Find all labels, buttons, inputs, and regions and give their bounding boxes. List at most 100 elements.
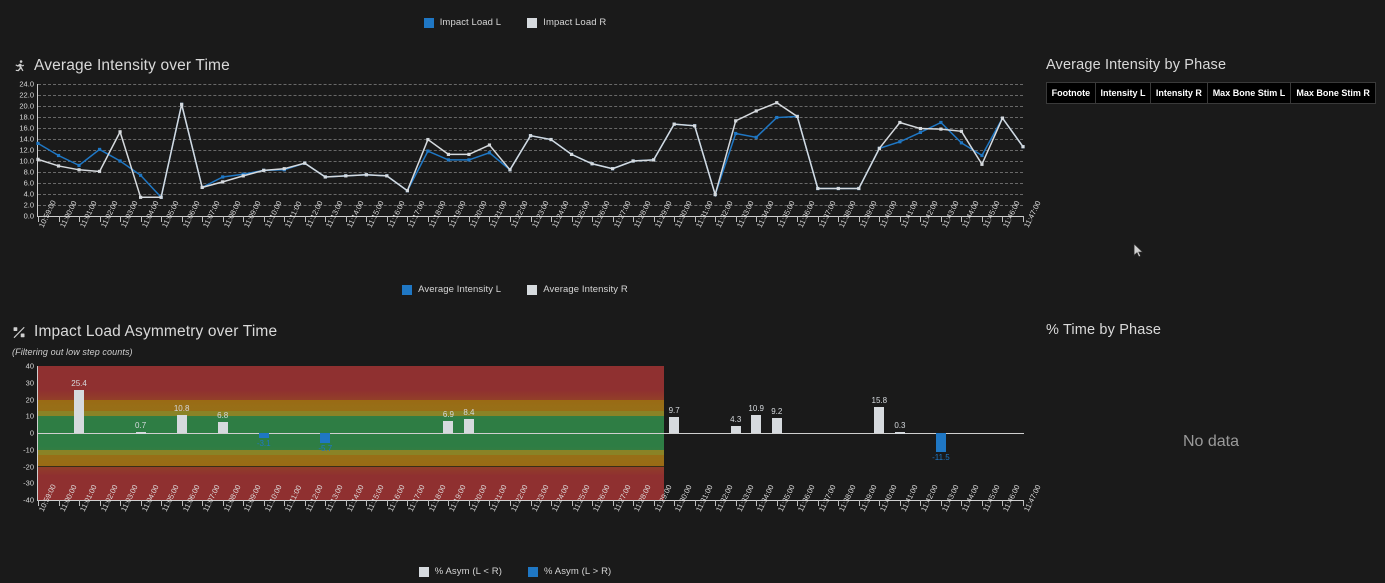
data-point[interactable]: [139, 195, 143, 199]
data-point[interactable]: [221, 180, 225, 184]
x-axis-tick-label: 11:36:00: [796, 483, 817, 513]
data-point[interactable]: [754, 109, 758, 113]
bar-value-label: 6.8: [217, 410, 229, 420]
data-point[interactable]: [446, 158, 451, 162]
bar[interactable]: [463, 418, 474, 433]
data-point[interactable]: [159, 195, 163, 199]
data-point[interactable]: [508, 168, 512, 172]
data-point[interactable]: [487, 143, 492, 147]
y-axis-tick-label: 0: [29, 428, 34, 438]
data-point[interactable]: [898, 120, 902, 125]
data-point[interactable]: [97, 147, 102, 152]
data-point[interactable]: [344, 174, 348, 178]
data-point[interactable]: [734, 131, 738, 136]
data-point[interactable]: [528, 134, 533, 138]
average-intensity-legend-item[interactable]: Average Intensity L: [402, 284, 501, 295]
data-point[interactable]: [877, 146, 881, 150]
y-axis-tick-label: 16.0: [19, 123, 34, 133]
data-point[interactable]: [200, 185, 204, 189]
square-swatch-gray: [418, 566, 429, 577]
bar[interactable]: [176, 414, 187, 433]
data-point[interactable]: [118, 159, 122, 163]
data-point[interactable]: [241, 174, 245, 178]
bar[interactable]: [258, 433, 269, 439]
average-intensity-legend-item[interactable]: Average Intensity R: [527, 284, 628, 295]
data-point[interactable]: [262, 168, 266, 172]
data-point[interactable]: [1021, 145, 1025, 149]
data-point[interactable]: [36, 157, 40, 161]
data-point[interactable]: [898, 140, 902, 144]
table-column-header[interactable]: Footnote: [1046, 81, 1096, 105]
table-column-header[interactable]: Max Bone Stim R: [1290, 81, 1376, 105]
bar[interactable]: [74, 390, 85, 433]
data-point[interactable]: [959, 129, 964, 133]
data-point[interactable]: [467, 158, 471, 162]
data-point[interactable]: [918, 126, 922, 131]
asymmetry-legend-item[interactable]: % Asym (L < R): [418, 566, 502, 577]
data-point[interactable]: [693, 124, 697, 128]
y-axis-tick-label: 24.0: [19, 79, 34, 89]
bar[interactable]: [730, 425, 741, 433]
data-point[interactable]: [1000, 116, 1005, 120]
data-point[interactable]: [672, 122, 676, 126]
data-point[interactable]: [467, 152, 471, 156]
data-point[interactable]: [980, 153, 984, 158]
data-point[interactable]: [549, 137, 553, 142]
bar[interactable]: [894, 432, 905, 435]
data-point[interactable]: [487, 151, 492, 155]
data-point[interactable]: [282, 167, 286, 171]
data-point[interactable]: [795, 114, 799, 119]
bar[interactable]: [443, 421, 454, 433]
data-point[interactable]: [569, 152, 574, 156]
data-point[interactable]: [713, 192, 717, 197]
data-point[interactable]: [77, 163, 81, 167]
data-point[interactable]: [980, 162, 984, 166]
data-point[interactable]: [364, 173, 368, 177]
data-point[interactable]: [426, 149, 430, 153]
data-point[interactable]: [446, 152, 451, 156]
data-point[interactable]: [118, 130, 122, 134]
data-point[interactable]: [56, 164, 61, 168]
bar[interactable]: [874, 406, 885, 433]
bar[interactable]: [217, 421, 228, 433]
table-column-header[interactable]: Intensity L: [1094, 81, 1152, 105]
data-point[interactable]: [734, 119, 738, 123]
bar[interactable]: [771, 417, 782, 433]
data-point[interactable]: [836, 186, 840, 191]
data-point[interactable]: [631, 159, 635, 163]
impact-load-legend-item[interactable]: Impact Load L: [423, 17, 502, 28]
data-point[interactable]: [939, 120, 943, 125]
bar[interactable]: [135, 431, 146, 434]
data-point[interactable]: [590, 162, 594, 166]
data-point[interactable]: [56, 153, 61, 158]
data-point[interactable]: [77, 168, 81, 172]
data-point[interactable]: [385, 174, 389, 178]
data-point[interactable]: [775, 101, 779, 105]
bar[interactable]: [669, 416, 680, 433]
data-point[interactable]: [939, 127, 943, 131]
table-column-header[interactable]: Max Bone Stim L: [1206, 81, 1292, 105]
data-point[interactable]: [754, 135, 758, 139]
bar[interactable]: [320, 433, 331, 443]
data-point[interactable]: [323, 175, 327, 179]
data-point[interactable]: [816, 186, 820, 191]
data-point[interactable]: [180, 102, 184, 106]
data-point[interactable]: [857, 186, 861, 191]
data-point[interactable]: [426, 137, 430, 142]
data-point[interactable]: [610, 167, 615, 171]
data-point[interactable]: [139, 173, 143, 177]
data-point[interactable]: [303, 161, 307, 165]
data-point[interactable]: [652, 158, 656, 162]
data-point[interactable]: [36, 141, 40, 145]
asymmetry-legend-item[interactable]: % Asym (L > R): [528, 566, 611, 577]
data-point[interactable]: [959, 141, 964, 145]
impact-load-legend-item[interactable]: Impact Load R: [527, 17, 606, 28]
data-point[interactable]: [221, 175, 225, 179]
data-point[interactable]: [775, 115, 779, 120]
table-column-header[interactable]: Intensity R: [1150, 81, 1208, 105]
data-point[interactable]: [918, 130, 922, 134]
data-point[interactable]: [405, 189, 409, 193]
data-point[interactable]: [97, 169, 102, 174]
bar[interactable]: [935, 433, 946, 453]
bar[interactable]: [751, 414, 762, 433]
